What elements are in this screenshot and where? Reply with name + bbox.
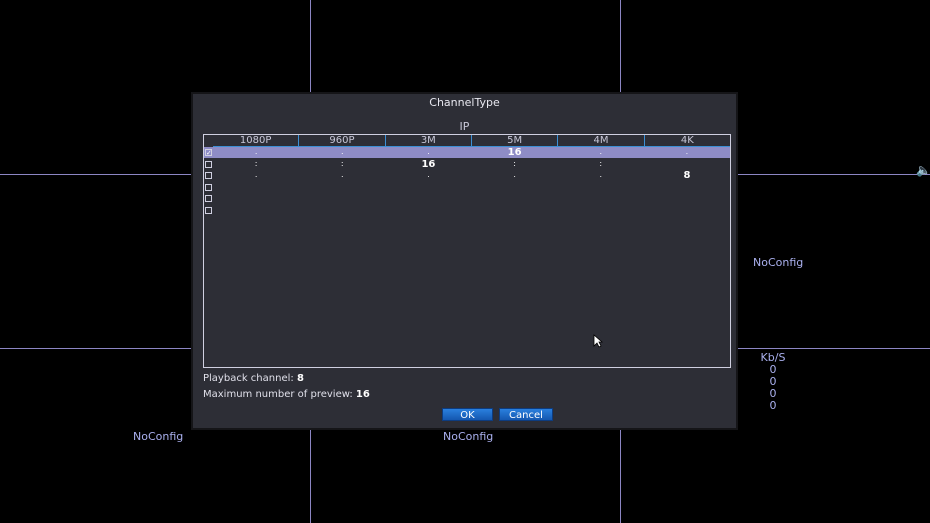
table-cell: . [599, 147, 603, 156]
row-checkbox[interactable] [205, 172, 212, 179]
table-cell: . [685, 147, 689, 156]
table-cell [472, 205, 558, 216]
table-header: 1080P 960P 3M 5M 4M 4K [204, 135, 730, 147]
table-cell: . [254, 147, 258, 156]
playback-label: Playback channel: [203, 373, 294, 384]
channel-type-table: 1080P 960P 3M 5M 4M 4K ✓... 16..::16::...… [203, 134, 731, 368]
column-header: 960P [299, 135, 386, 147]
table-cell [299, 205, 385, 216]
ip-group-label: IP [459, 120, 470, 133]
table-cell [213, 182, 299, 193]
table-cell [472, 182, 558, 193]
table-row[interactable]: :: 16:: [204, 159, 730, 170]
table-cell [644, 182, 730, 193]
table-cell: 16 [507, 147, 522, 158]
table-cell [558, 182, 644, 193]
dialog-title: ChannelType [429, 96, 500, 109]
table-cell: . [599, 170, 603, 179]
column-header: 4M [558, 135, 645, 147]
table-row[interactable]: ..... 8 [204, 170, 730, 181]
table-cell [644, 193, 730, 204]
column-header: 3M [385, 135, 472, 147]
speaker-icon[interactable]: 🔈 [916, 163, 930, 177]
table-cell [644, 205, 730, 216]
table-cell: . [427, 147, 430, 156]
bitrate-panel: Kb/S 0 0 0 0 [758, 352, 788, 412]
playback-channel-info: Playback channel: 8 [203, 373, 304, 384]
table-cell [644, 159, 730, 170]
table-cell: : [513, 158, 516, 168]
column-header: 5M [471, 135, 559, 147]
table-cell [558, 205, 644, 216]
row-checkbox[interactable]: ✓ [205, 149, 212, 157]
table-cell: . [340, 170, 344, 179]
playback-value: 8 [296, 373, 304, 384]
table-cell: : [254, 158, 258, 168]
table-row[interactable]: ✓... 16.. [204, 147, 730, 158]
channel-noconfig-label: NoConfig [133, 430, 184, 443]
bitrate-value: 0 [769, 399, 777, 412]
table-cell: . [427, 170, 430, 179]
table-cell [472, 193, 558, 204]
row-checkbox[interactable] [205, 206, 212, 214]
table-cell: : [599, 158, 603, 168]
cancel-button[interactable]: Cancel [499, 408, 553, 421]
table-cell [213, 193, 299, 204]
table-row[interactable] [204, 193, 730, 204]
max-preview-info: Maximum number of preview: 16 [203, 389, 370, 400]
row-checkbox[interactable] [205, 160, 212, 168]
ok-button[interactable]: OK [442, 408, 493, 421]
table-cell [299, 193, 385, 204]
row-checkbox[interactable] [205, 183, 212, 191]
table-cell: : [340, 158, 344, 168]
channel-noconfig-label: NoConfig [443, 430, 494, 443]
channel-type-dialog: ChannelType IP 1080P 960P 3M 5M 4M 4K ✓.… [191, 92, 738, 430]
channel-noconfig-label: NoConfig [753, 256, 804, 269]
table-cell: . [254, 170, 258, 179]
table-cell: . [513, 170, 516, 179]
table-cell: 16 [421, 158, 436, 170]
table-row[interactable] [204, 205, 730, 216]
row-checkbox[interactable] [205, 195, 212, 202]
column-header: 1080P [213, 135, 300, 147]
table-cell [213, 205, 299, 216]
table-cell [385, 193, 471, 204]
table-cell [299, 182, 385, 193]
table-cell [558, 193, 644, 204]
column-header: 4K [644, 135, 730, 147]
table-cell: . [340, 147, 344, 156]
table-cell [385, 182, 471, 193]
table-row[interactable] [204, 182, 730, 193]
preview-label: Maximum number of preview: [203, 389, 353, 400]
table-cell [385, 205, 471, 216]
preview-value: 16 [355, 389, 370, 400]
table-cell: 8 [683, 170, 691, 181]
